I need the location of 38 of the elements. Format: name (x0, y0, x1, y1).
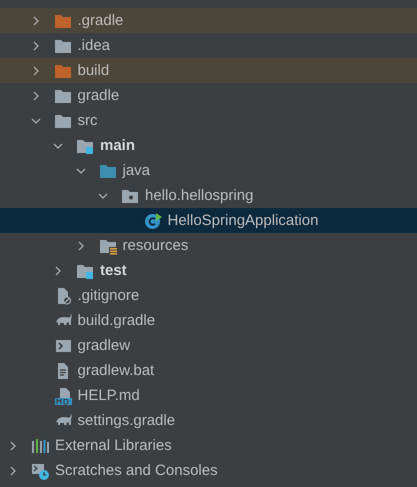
tree-item-label: HelloSpringApplication (168, 213, 318, 228)
chevron-right-icon[interactable] (8, 440, 18, 450)
tree-item-label: External Libraries (55, 438, 172, 453)
chevron-right-icon[interactable] (76, 240, 86, 250)
chevron-down-icon[interactable] (53, 140, 63, 150)
tree-row[interactable]: HelloSpringApplication (0, 208, 417, 233)
chevron-right-icon[interactable] (30, 90, 40, 100)
tree-item-label: hello.hellospring (145, 188, 254, 203)
tree-row[interactable]: build (0, 58, 417, 83)
tree-row[interactable]: .gradle (0, 8, 417, 33)
tree-item-label: resources (122, 238, 188, 253)
tree-item-label: main (100, 138, 136, 153)
chevron-down-icon[interactable] (98, 190, 108, 200)
tree-item-label: src (78, 113, 98, 128)
tree-item-label: build.gradle (78, 313, 156, 328)
tree-item-label: .idea (78, 38, 110, 53)
chevron-right-icon[interactable] (30, 40, 40, 50)
tree-item-label: java (122, 163, 150, 178)
chevron-right-icon[interactable] (8, 466, 18, 476)
chevron-down-icon[interactable] (30, 116, 40, 126)
chevron-down-icon[interactable] (76, 166, 86, 176)
chevron-right-icon[interactable] (53, 266, 63, 276)
chevron-right-icon[interactable] (30, 66, 40, 76)
tree-item-label: settings.gradle (78, 413, 176, 428)
tree-item-label: .gradle (78, 13, 124, 28)
markdown-file-icon (54, 386, 72, 404)
tree-item-label: build (78, 63, 110, 78)
class-icon (144, 212, 162, 230)
clock-console-icon (31, 462, 49, 480)
tree-item-label: .gitignore (78, 288, 140, 303)
chevron-right-icon[interactable] (30, 16, 40, 26)
tree-item-label: gradlew (78, 338, 130, 353)
libraries-icon (31, 436, 49, 454)
tree-item-label: test (100, 263, 127, 278)
tree-item-label: gradlew.bat (78, 363, 154, 378)
tree-item-label: Scratches and Consoles (55, 463, 218, 478)
tree-item-label: gradle (78, 88, 120, 103)
tree-item-label: HELP.md (78, 388, 140, 403)
